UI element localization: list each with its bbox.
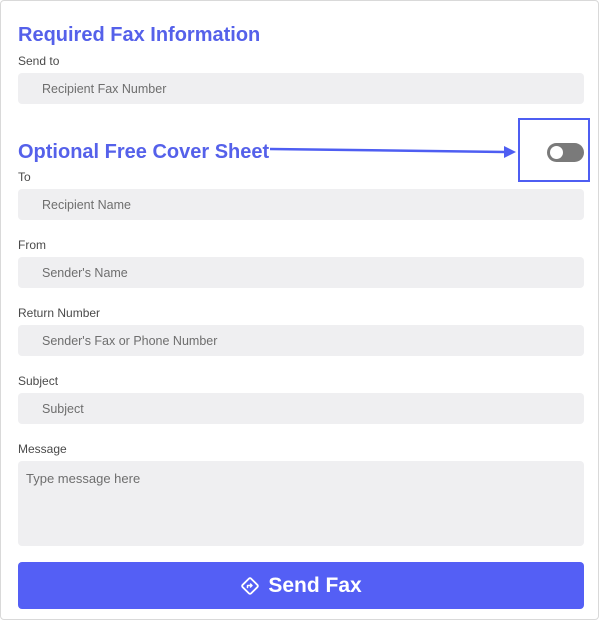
from-label: From [18,238,46,252]
required-section-title: Required Fax Information [18,24,261,46]
fax-form: Required Fax Information Send to Optiona… [0,0,599,620]
message-label: Message [18,442,67,456]
recipient-name-input[interactable] [18,189,584,220]
annotation-arrow-icon [269,146,516,158]
subject-input[interactable] [18,393,584,424]
send-to-label: Send to [18,54,60,68]
cover-sheet-title: Optional Free Cover Sheet [18,141,270,163]
recipient-fax-input[interactable] [18,73,584,104]
toggle-knob [550,146,563,159]
return-number-label: Return Number [18,306,101,320]
send-fax-label: Send Fax [268,573,362,597]
to-label: To [18,170,31,184]
send-direction-icon [240,576,260,596]
return-number-input[interactable] [18,325,584,356]
sender-name-input[interactable] [18,257,584,288]
cover-sheet-toggle[interactable] [547,143,584,162]
send-fax-button[interactable]: Send Fax [18,562,584,609]
message-textarea[interactable] [18,461,584,546]
subject-label: Subject [18,374,59,388]
